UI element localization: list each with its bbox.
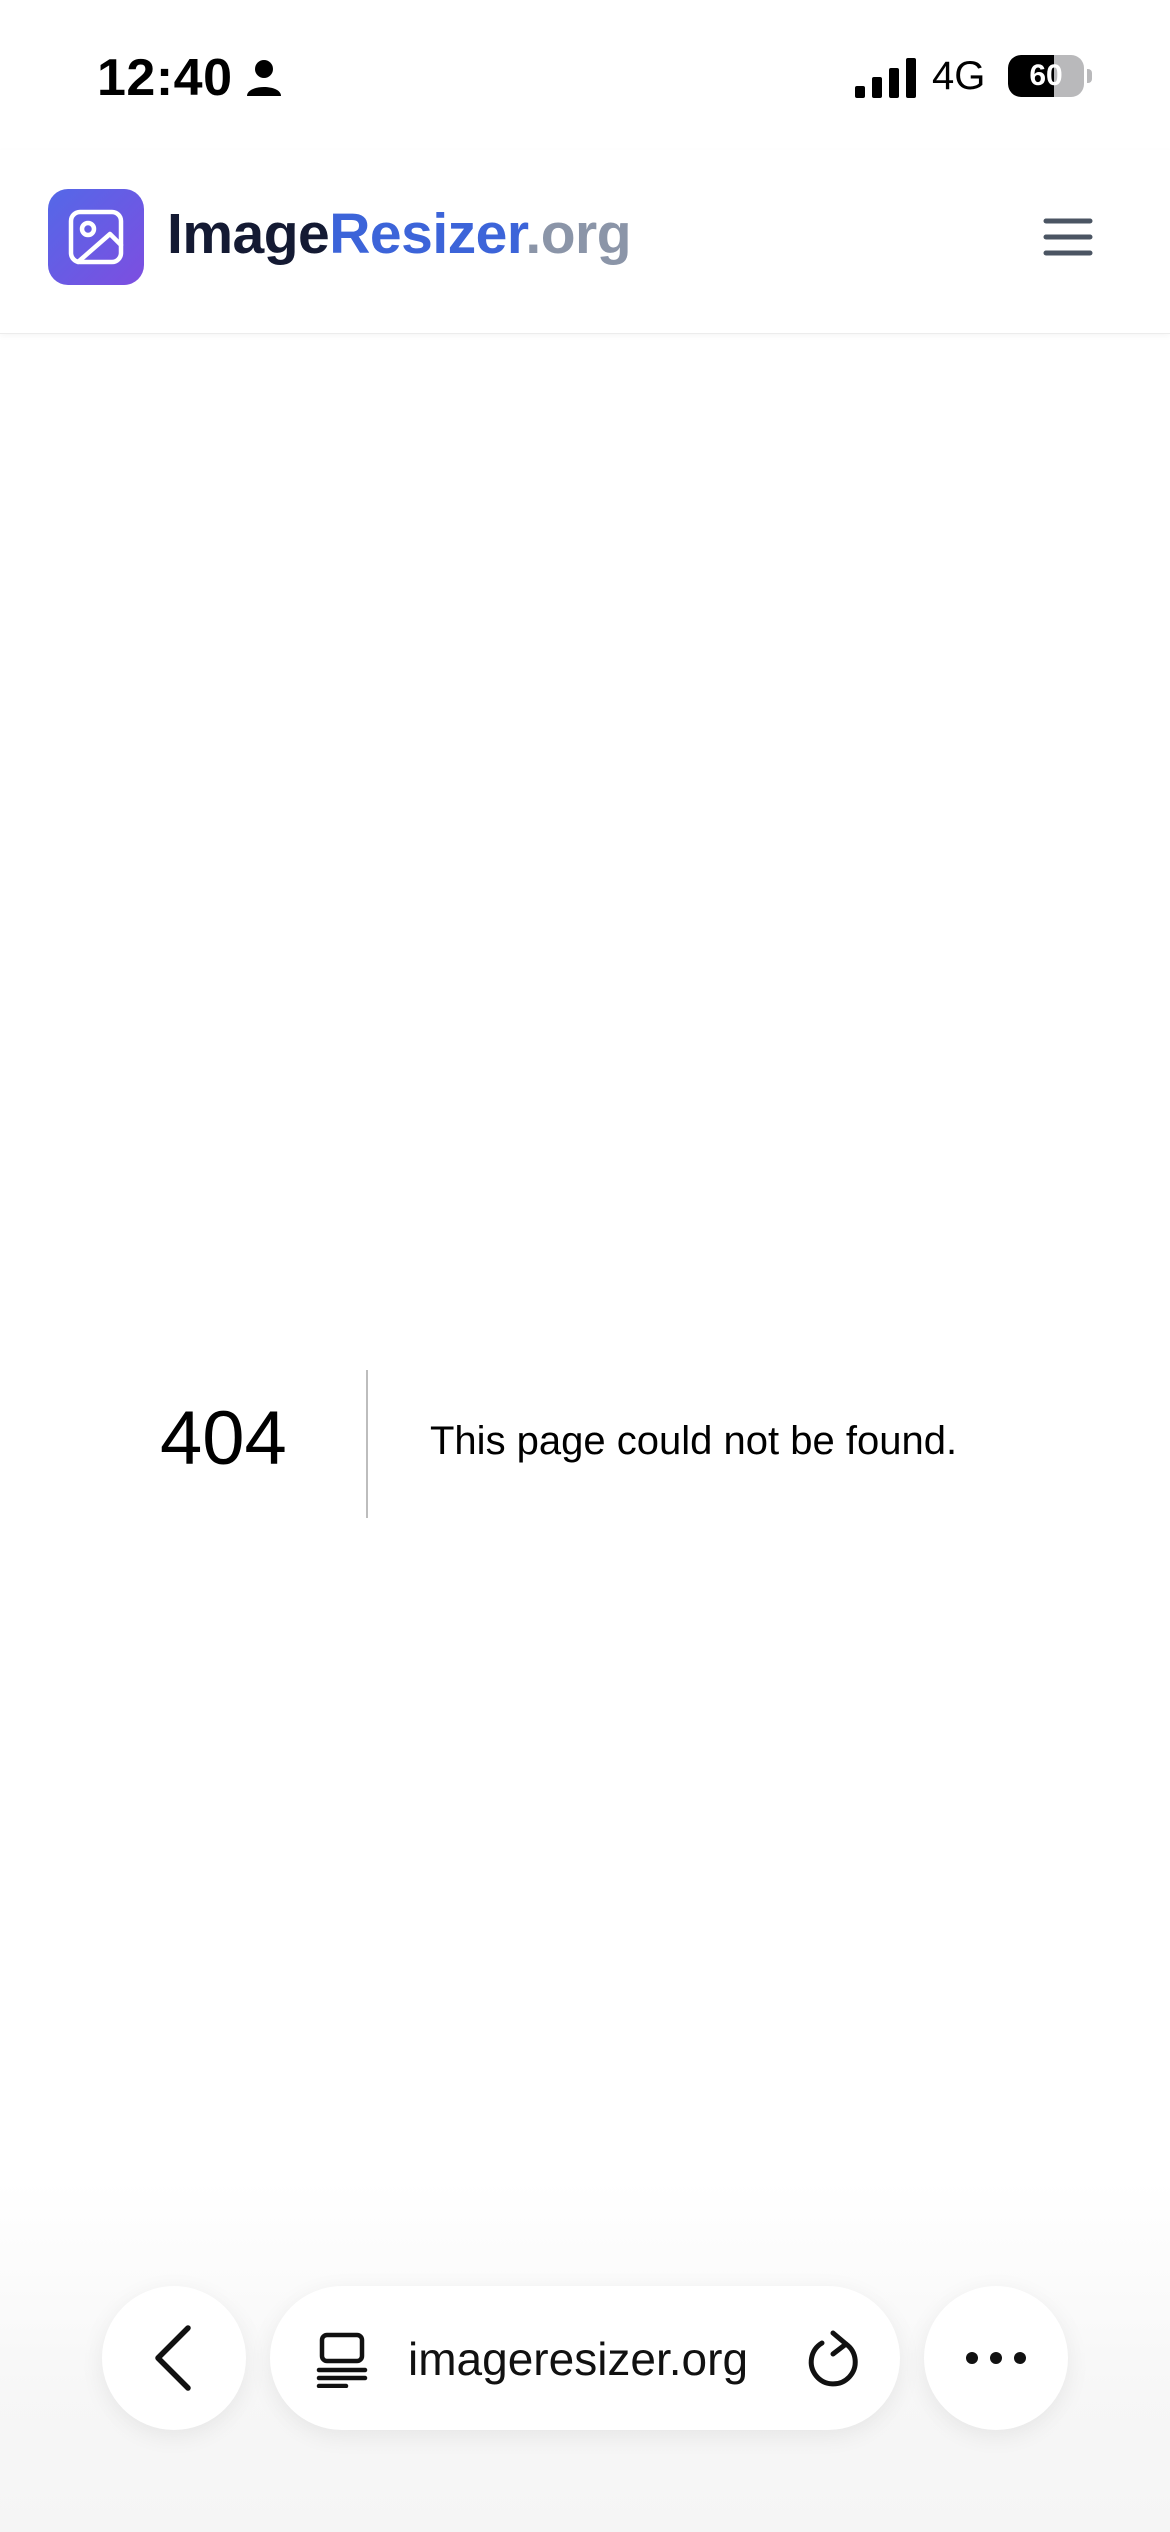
- signal-icon: [855, 58, 916, 98]
- logo-badge[interactable]: [48, 189, 144, 285]
- network-label: 4G: [932, 54, 986, 98]
- tabs-icon[interactable]: [316, 2332, 368, 2388]
- battery-level: 60: [1029, 59, 1063, 92]
- back-chevron-icon: [155, 2325, 191, 2391]
- status-bar: 12:40 4G 60: [0, 0, 1170, 150]
- brand-part-image: Image: [167, 202, 330, 266]
- error-divider: [366, 1370, 368, 1518]
- more-dots-icon: [966, 2352, 1026, 2364]
- battery-icon: 60: [1008, 55, 1092, 97]
- brand-part-tld: .org: [525, 202, 632, 266]
- url-text[interactable]: imageresizer.org: [408, 2332, 748, 2386]
- back-button[interactable]: [102, 2286, 246, 2430]
- reload-icon[interactable]: [806, 2330, 862, 2390]
- site-header: ImageResizer.org: [0, 150, 1170, 334]
- address-bar[interactable]: imageresizer.org: [270, 2286, 900, 2430]
- more-options-button[interactable]: [924, 2286, 1068, 2430]
- error-message: This page could not be found.: [430, 1419, 958, 1463]
- hamburger-menu-icon[interactable]: [1040, 212, 1096, 262]
- screen: 12:40 4G 60 ImageResizer.org 404 This pa…: [0, 0, 1170, 2532]
- status-time: 12:40: [97, 49, 233, 107]
- error-code: 404: [160, 1396, 287, 1481]
- person-icon: [247, 60, 281, 96]
- image-icon: [68, 209, 124, 265]
- brand-logo-text[interactable]: ImageResizer.org: [167, 201, 632, 267]
- brand-part-resizer: Resizer: [329, 202, 526, 266]
